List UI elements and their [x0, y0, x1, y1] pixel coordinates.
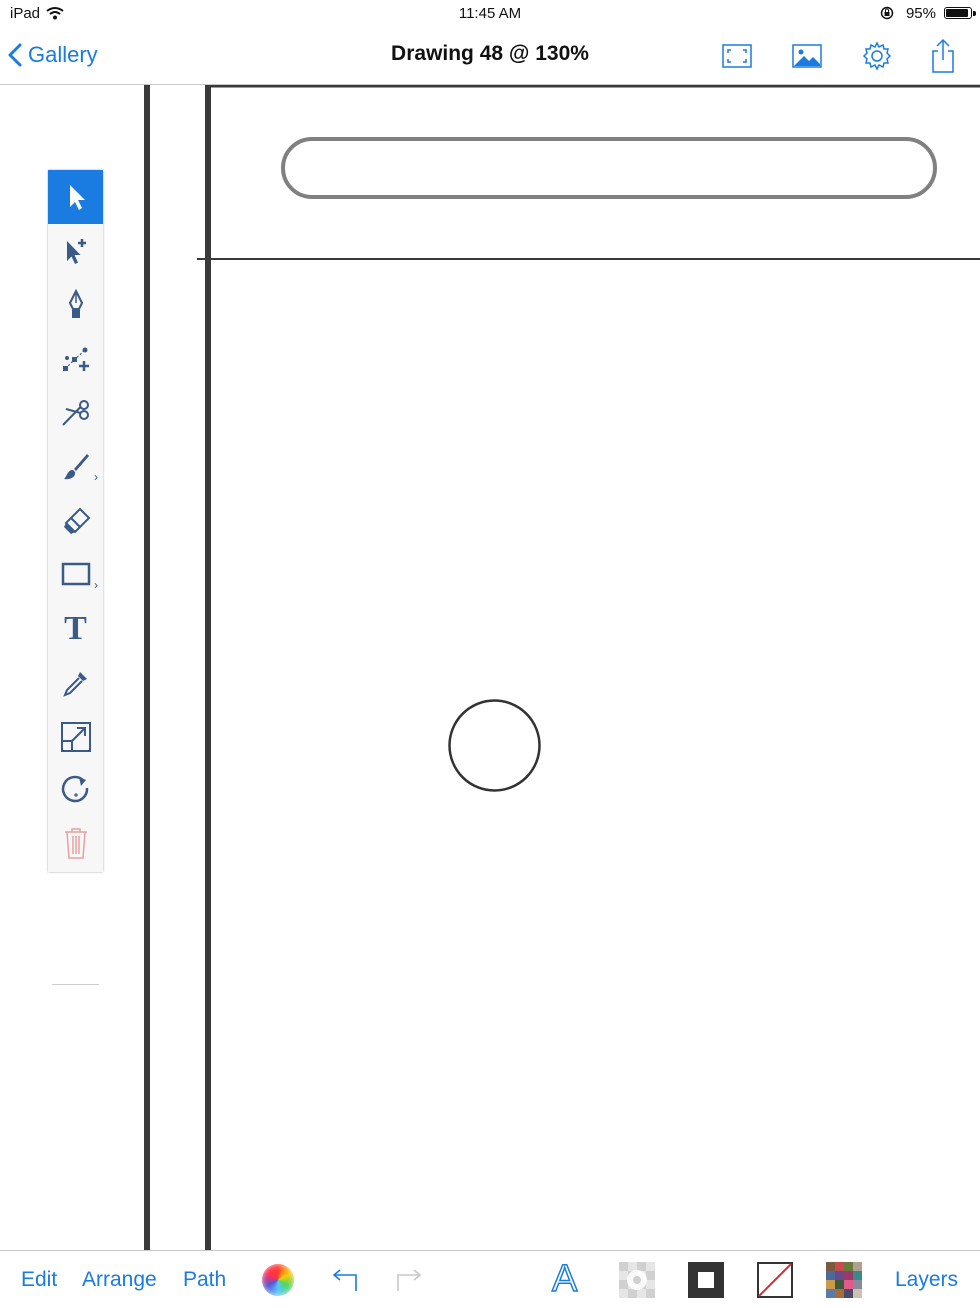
pen-nib-icon[interactable] — [48, 278, 103, 332]
status-bar: iPad 11:45 AM 95% — [0, 0, 980, 28]
image-icon[interactable] — [789, 38, 825, 74]
redo-icon[interactable] — [394, 1251, 424, 1308]
trash-icon[interactable] — [48, 816, 103, 870]
circle-shape[interactable] — [448, 699, 541, 792]
text-tool-glyph: T — [64, 610, 87, 647]
share-icon[interactable] — [925, 38, 961, 74]
eraser-icon[interactable] — [48, 494, 103, 548]
select-arrow-icon[interactable] — [48, 170, 103, 224]
clock: 11:45 AM — [458, 5, 522, 22]
edit-button[interactable]: Edit — [21, 1251, 57, 1308]
rectangle-icon[interactable]: › — [48, 548, 103, 602]
settings-gear-icon[interactable] — [859, 38, 895, 74]
rotate-icon[interactable] — [48, 764, 103, 818]
eyedropper-icon[interactable] — [48, 656, 103, 710]
chevron-right-icon: › — [94, 578, 98, 592]
tool-palette: › › T — [48, 170, 103, 985]
brush-icon[interactable]: › — [48, 440, 103, 494]
battery-fill — [946, 9, 968, 17]
rounded-rectangle-shape[interactable] — [281, 137, 937, 199]
font-style-icon[interactable]: A — [551, 1251, 578, 1308]
add-point-icon[interactable] — [48, 224, 103, 278]
color-wheel-icon[interactable] — [262, 1251, 294, 1308]
fullscreen-icon[interactable] — [719, 38, 755, 74]
drawing-canvas[interactable] — [0, 85, 980, 1250]
battery-percent: 95% — [905, 5, 936, 22]
stroke-color-swatch[interactable] — [688, 1251, 724, 1308]
layers-button[interactable]: Layers — [895, 1251, 958, 1308]
page-title: Drawing 48 @ 130% — [391, 42, 589, 65]
node-path-icon[interactable] — [48, 332, 103, 386]
arrange-button[interactable]: Arrange — [82, 1251, 157, 1308]
orientation-lock-icon — [880, 6, 894, 20]
opacity-icon[interactable] — [619, 1251, 655, 1308]
text-tool-icon[interactable]: T — [48, 602, 103, 656]
bottom-toolbar: Edit Arrange Path A Layers — [0, 1250, 980, 1308]
navigation-bar: Gallery Drawing 48 @ 130% — [0, 28, 980, 85]
color-palette-icon[interactable] — [826, 1251, 862, 1308]
path-button[interactable]: Path — [183, 1251, 226, 1308]
scale-icon[interactable] — [48, 710, 103, 764]
battery-icon — [944, 7, 976, 19]
chevron-right-icon: › — [94, 470, 98, 484]
undo-icon[interactable] — [330, 1251, 360, 1308]
scissors-icon[interactable] — [48, 386, 103, 440]
fill-none-swatch[interactable] — [757, 1251, 793, 1308]
